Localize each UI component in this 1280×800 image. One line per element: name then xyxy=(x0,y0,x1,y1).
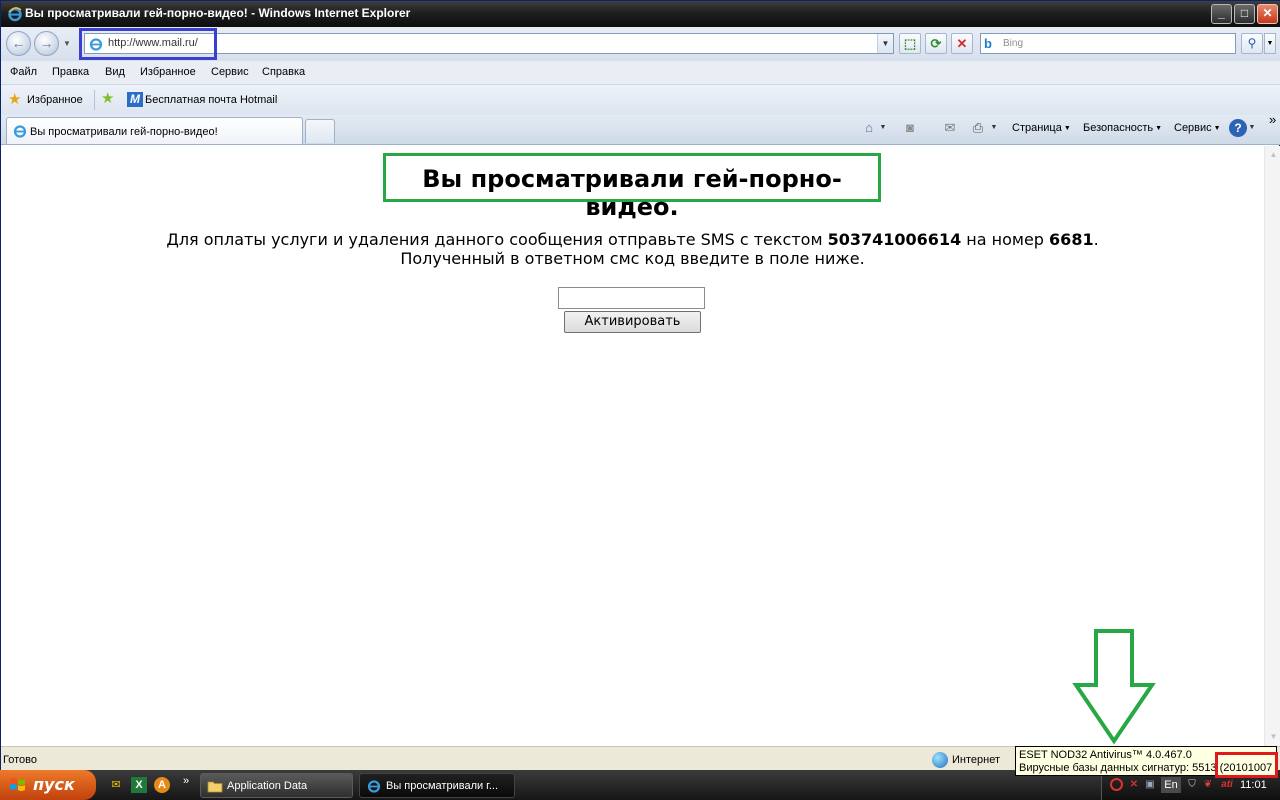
url-highlight-box xyxy=(79,28,217,60)
windows-flag-icon xyxy=(10,778,25,791)
favorites-button[interactable]: Избранное xyxy=(27,94,83,106)
msn-icon: M xyxy=(127,92,143,107)
help-dropdown-icon[interactable]: ▼ xyxy=(1247,119,1257,137)
menu-bar: Файл Правка Вид Избранное Сервис Справка xyxy=(1,61,1280,85)
heading-highlight-box: Вы просматривали гей-порно-видео. xyxy=(383,153,881,221)
print-icon[interactable]: ⎙ xyxy=(969,119,987,137)
print-dropdown-icon[interactable]: ▼ xyxy=(989,119,999,137)
task-label: Application Data xyxy=(227,780,308,792)
sms-code: 503741006614 xyxy=(827,230,962,249)
tab-bar: Вы просматривали гей-порно-видео! ⌂ ▼ ◙ … xyxy=(1,112,1280,145)
folder-icon xyxy=(207,781,223,793)
menu-favorites[interactable]: Избранное xyxy=(140,66,196,78)
favorites-separator xyxy=(94,90,95,110)
hotmail-link[interactable]: Бесплатная почта Hotmail xyxy=(145,94,277,106)
page-menu-label: Страница xyxy=(1012,122,1062,134)
tab-label: Вы просматривали гей-порно-видео! xyxy=(30,126,218,138)
home-dropdown-icon[interactable]: ▼ xyxy=(878,119,888,137)
tray-display-icon[interactable]: ▣ xyxy=(1143,778,1157,792)
signature-date-highlight-box xyxy=(1215,752,1278,778)
scroll-up-icon[interactable]: ▲ xyxy=(1266,147,1280,163)
tray-opera-icon[interactable] xyxy=(1110,778,1123,791)
refresh-button[interactable]: ⟳ xyxy=(925,33,947,54)
status-text: Готово xyxy=(3,754,37,766)
instruction-middle: на номер xyxy=(961,230,1050,249)
tab-ie-icon xyxy=(13,125,27,138)
search-button[interactable]: ⚲ xyxy=(1241,33,1263,54)
scroll-down-icon[interactable]: ▼ xyxy=(1266,729,1280,745)
green-arrow-annotation xyxy=(1072,629,1156,745)
favorites-star-icon[interactable]: ★ xyxy=(8,92,21,107)
chevron-down-icon: ▼ xyxy=(1213,124,1221,132)
maximize-button[interactable]: □ xyxy=(1234,4,1255,24)
tray-eset-icon[interactable]: ❦ xyxy=(1201,778,1215,792)
address-dropdown-icon[interactable]: ▼ xyxy=(877,34,893,53)
forward-button[interactable]: → xyxy=(34,31,59,56)
quicklaunch-mail-icon[interactable]: ✉ xyxy=(108,777,124,793)
internet-explorer-icon xyxy=(367,780,381,793)
window-title: Вы просматривали гей-порно-видео! - Wind… xyxy=(25,6,411,20)
more-commands-button[interactable]: » xyxy=(1269,112,1276,127)
internet-zone-icon xyxy=(932,752,948,768)
start-button[interactable]: пуск xyxy=(0,770,96,800)
minimize-button[interactable]: _ xyxy=(1211,4,1232,24)
home-icon[interactable]: ⌂ xyxy=(860,119,878,137)
menu-file[interactable]: Файл xyxy=(10,66,37,78)
search-options-dropdown-icon[interactable]: ▼ xyxy=(1264,33,1276,54)
instruction-suffix: . xyxy=(1093,230,1099,249)
help-icon[interactable]: ? xyxy=(1229,119,1247,137)
recent-pages-dropdown-icon[interactable]: ▼ xyxy=(63,39,71,48)
quicklaunch-excel-icon[interactable]: X xyxy=(131,777,147,793)
payment-instruction: Для оплаты услуги и удаления данного соо… xyxy=(1,230,1264,249)
task-application-data[interactable]: Application Data xyxy=(200,773,353,798)
activation-code-input[interactable] xyxy=(558,287,705,309)
start-label: пуск xyxy=(33,775,75,794)
page-menu-button[interactable]: Страница ▼ xyxy=(1012,122,1071,134)
tray-ati-icon[interactable]: ati xyxy=(1218,778,1236,792)
menu-view[interactable]: Вид xyxy=(105,66,125,78)
close-button[interactable]: ✕ xyxy=(1257,4,1278,24)
bing-icon: b xyxy=(984,36,992,51)
new-tab-button[interactable] xyxy=(305,119,335,143)
tools-menu-button[interactable]: Сервис ▼ xyxy=(1174,122,1221,134)
feeds-icon[interactable]: ◙ xyxy=(901,119,919,137)
code-instruction: Полученный в ответном смс код введите в … xyxy=(400,249,865,268)
quicklaunch-more-button[interactable]: » xyxy=(178,773,194,789)
instruction-prefix: Для оплаты услуги и удаления данного соо… xyxy=(166,230,828,249)
task-internet-explorer[interactable]: Вы просматривали г... xyxy=(359,773,515,798)
search-placeholder: Bing xyxy=(1003,38,1024,49)
vertical-scrollbar[interactable]: ▲ ▼ xyxy=(1264,146,1280,746)
tools-menu-label: Сервис xyxy=(1174,122,1212,134)
chevron-down-icon: ▼ xyxy=(1063,124,1071,132)
safety-menu-label: Безопасность xyxy=(1083,122,1154,134)
language-indicator[interactable]: En xyxy=(1161,777,1181,793)
tray-network-icon[interactable]: ✕ xyxy=(1127,778,1141,792)
internet-explorer-icon xyxy=(8,7,22,22)
quicklaunch-app-icon[interactable]: A xyxy=(154,777,170,793)
chevron-down-icon: ▼ xyxy=(1155,124,1163,132)
menu-help[interactable]: Справка xyxy=(262,66,305,78)
title-bar[interactable]: Вы просматривали гей-порно-видео! - Wind… xyxy=(1,1,1280,27)
sms-number: 6681 xyxy=(1049,230,1094,249)
security-zone[interactable]: Интернет xyxy=(952,754,1000,766)
compatibility-view-button[interactable]: ⬚ xyxy=(899,33,921,54)
page-heading: Вы просматривали гей-порно-видео. xyxy=(422,165,842,221)
tray-shield-icon[interactable]: ⛉ xyxy=(1185,778,1199,792)
favorites-bar: ★ Избранное ★ M Бесплатная почта Hotmail xyxy=(1,85,1280,115)
safety-menu-button[interactable]: Безопасность ▼ xyxy=(1083,122,1162,134)
task-label: Вы просматривали г... xyxy=(386,780,499,792)
menu-edit[interactable]: Правка xyxy=(52,66,89,78)
clock: 11:01 xyxy=(1240,779,1267,791)
stop-button[interactable]: ✕ xyxy=(951,33,973,54)
tab-current[interactable]: Вы просматривали гей-порно-видео! xyxy=(6,117,303,144)
search-input[interactable]: b Bing xyxy=(980,33,1236,54)
mail-icon[interactable]: ✉ xyxy=(941,119,959,137)
add-favorite-icon[interactable]: ★ xyxy=(101,91,114,106)
back-button[interactable]: ← xyxy=(6,31,31,56)
activate-button[interactable]: Активировать xyxy=(564,311,701,333)
menu-tools[interactable]: Сервис xyxy=(211,66,249,78)
